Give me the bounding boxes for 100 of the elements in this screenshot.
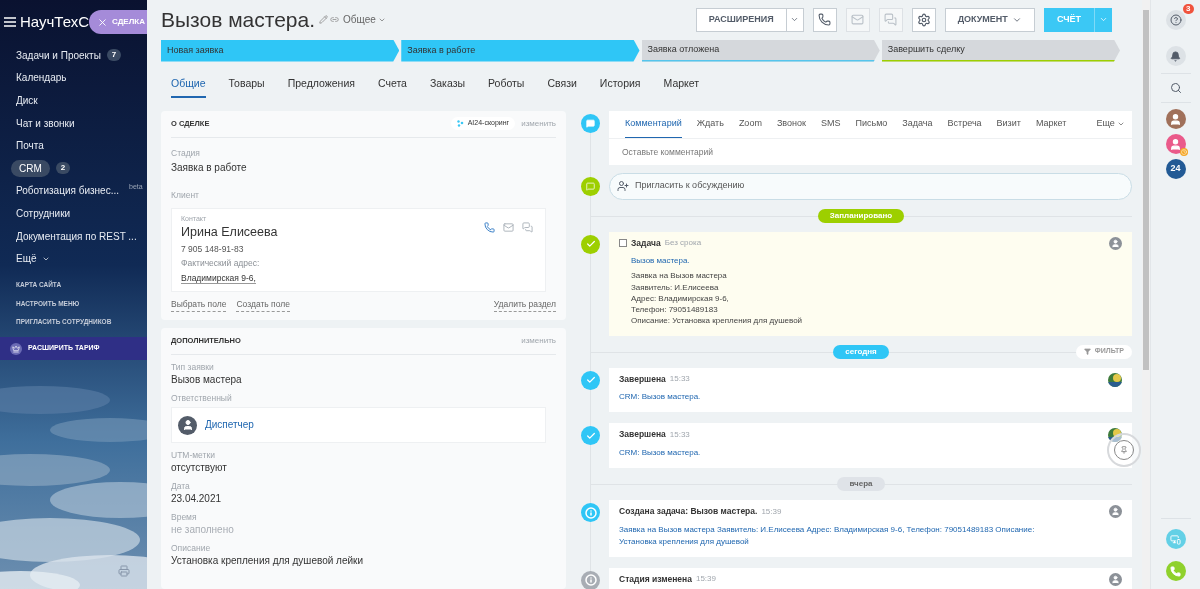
composer-tab[interactable]: Маркет <box>1035 110 1067 138</box>
contact-name: Ирина Елисеева <box>181 224 279 240</box>
field-label: Стадия <box>171 146 201 160</box>
field-value: отсутствуют <box>171 462 228 474</box>
composer-tab[interactable]: Звонок <box>776 110 806 138</box>
entry-link[interactable]: CRM: Вызов мастера. <box>619 391 1108 404</box>
composer-tab[interactable]: Ждать <box>696 110 724 138</box>
sidebar-item[interactable]: Почта <box>16 138 44 154</box>
comment-field[interactable]: Оставьте комментарий <box>609 138 1132 165</box>
field-value: 23.04.2021 <box>171 493 223 505</box>
entry-link[interactable]: CRM: Вызов мастера. <box>619 447 1108 460</box>
more-tabs-menu[interactable]: Еще <box>1096 117 1125 131</box>
field-label: Время <box>171 511 198 523</box>
composer-tab[interactable]: Встреча <box>947 110 982 138</box>
tab[interactable]: Заказы <box>429 75 466 98</box>
tab[interactable]: Маркет <box>663 75 700 98</box>
entry-time: 15:33 <box>669 373 690 386</box>
delete-section-link[interactable]: Удалить раздел <box>493 298 556 312</box>
stage-step[interactable]: Заявка в работе <box>401 39 640 62</box>
printer-icon[interactable] <box>118 565 130 577</box>
user-link[interactable]: Диспетчер <box>205 419 254 431</box>
sidebar-item[interactable]: Документация по REST ... <box>16 228 137 244</box>
field-value: Установка крепления для душевой лейки <box>171 555 364 567</box>
help-button[interactable] <box>1165 10 1186 30</box>
extensions-button[interactable]: РАСШИРЕНИЯ <box>695 7 804 32</box>
composer-tab[interactable]: Визит <box>996 110 1021 138</box>
call-button[interactable] <box>1165 561 1186 581</box>
phone-button[interactable] <box>812 7 837 32</box>
address-label: Фактический адрес: <box>181 256 261 270</box>
user-avatar-icon[interactable] <box>1165 109 1186 129</box>
chat-icon[interactable] <box>522 222 533 234</box>
composer-tab[interactable]: Комментарий <box>625 110 682 138</box>
entry-link[interactable]: Заявка на Вызов мастера Заявитель: И.Елисеева Адрес: Владимирская 9-6, Телефон: 79051489183 Описание: Установка крепления для душевой <box>619 524 1109 548</box>
task-link[interactable]: Вызов мастера. <box>631 255 1109 268</box>
user-avatar-icon[interactable] <box>1165 134 1186 154</box>
field-action-link[interactable]: Выбрать поле <box>171 298 227 312</box>
field-action-link[interactable]: Создать поле <box>236 298 290 312</box>
tab[interactable]: Счета <box>377 75 407 98</box>
bell-icon <box>1170 50 1181 62</box>
settings-icon <box>916 12 931 27</box>
user-avatar-icon <box>178 415 197 435</box>
category-selector[interactable]: Общее <box>343 12 386 28</box>
phone-icon[interactable] <box>484 222 495 234</box>
tab[interactable]: Общие <box>171 75 206 98</box>
document-button[interactable]: ДОКУМЕНТ <box>944 7 1035 32</box>
bell-button[interactable] <box>1165 46 1186 66</box>
task-line: Телефон: 79051489183 <box>631 304 719 316</box>
stage-step[interactable]: Завершить сделку <box>881 39 1120 62</box>
tab[interactable]: Предложения <box>287 75 355 98</box>
mail-icon[interactable] <box>503 222 514 234</box>
entry-title: Завершена <box>619 428 666 442</box>
sidebar-item[interactable]: Сотрудники <box>16 205 71 221</box>
entry-time: 15:39 <box>761 505 782 518</box>
user-avatar-icon <box>1109 573 1122 586</box>
devices-icon <box>1170 533 1181 545</box>
settings-button[interactable] <box>911 7 936 32</box>
network-icon <box>456 120 464 127</box>
sidebar-item[interactable]: Задачи и Проекты <box>16 47 101 63</box>
tab[interactable]: Роботы <box>488 75 525 98</box>
sidebar-item[interactable]: Чат и звонки <box>16 115 75 131</box>
tab[interactable]: Связи <box>547 75 577 98</box>
entry-title: Стадия изменена <box>619 573 692 586</box>
field-label: Тип заявки <box>171 361 215 373</box>
task-line: Адрес: Владимирская 9-6, <box>631 292 730 305</box>
user-avatar-icon <box>1109 236 1122 250</box>
composer-tab[interactable]: SMS <box>820 110 841 138</box>
tab[interactable]: Товары <box>228 75 265 98</box>
menu-icon[interactable] <box>4 17 16 27</box>
address-value: Владимирская 9-6, <box>181 273 256 285</box>
logo: НаучТехС <box>20 11 89 32</box>
sidebar-item[interactable]: Календарь <box>16 70 67 86</box>
task-line: Описание: Установка крепления для душевой <box>631 315 804 327</box>
mail-icon <box>851 13 865 27</box>
caret-icon <box>1116 120 1125 128</box>
task-checkbox[interactable] <box>619 238 627 247</box>
stage-step[interactable]: Заявка отложена <box>641 39 880 62</box>
comment-icon <box>581 176 600 196</box>
composer-tab[interactable]: Zoom <box>738 110 762 138</box>
entry-title: Создана задача: Вызов мастера. <box>619 505 758 518</box>
pin-icon <box>1120 446 1128 455</box>
field-label: Клиент <box>171 190 199 201</box>
pencil-icon[interactable] <box>319 15 329 25</box>
composer-tab[interactable]: Письмо <box>855 110 888 138</box>
search-icon[interactable] <box>1169 82 1182 94</box>
sidebar-item[interactable]: Диск <box>16 93 38 108</box>
sidebar-item[interactable]: Ещё <box>16 251 37 267</box>
add-user-icon <box>617 180 629 192</box>
app-button[interactable]: 24 <box>1165 159 1186 179</box>
pin-button[interactable] <box>1107 433 1141 468</box>
filter-icon <box>1083 348 1091 356</box>
sidebar-item[interactable]: Роботизация бизнес... <box>16 183 119 199</box>
tab[interactable]: История <box>599 75 641 98</box>
entry-title: Завершена <box>619 372 666 386</box>
task-line: Заявитель: И.Елисеева <box>631 281 720 293</box>
composer-tab[interactable]: Задача <box>902 110 933 138</box>
link-icon[interactable] <box>330 15 340 25</box>
task-line: Заявка на Вызов мастера <box>631 270 728 282</box>
field-value: Вызов мастера <box>171 374 243 386</box>
invite-field[interactable]: Пригласить к обсуждению <box>609 172 1132 200</box>
stage-step[interactable]: Новая заявка <box>161 39 400 62</box>
